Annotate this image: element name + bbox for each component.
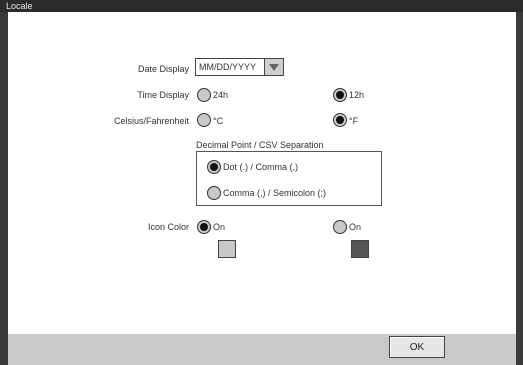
time-12h-radio[interactable]: [333, 88, 347, 102]
ok-button[interactable]: OK: [389, 336, 445, 358]
icon-color-label: Icon Color: [147, 222, 189, 232]
time-24h-label: 24h: [213, 90, 229, 100]
fahrenheit-radio[interactable]: [333, 113, 347, 127]
decimal-dot-label: Dot (.) / Comma (,): [223, 162, 299, 172]
icon-color-dark-radio[interactable]: [333, 220, 347, 234]
decimal-group-title: Decimal Point / CSV Separation: [196, 140, 324, 150]
time-display-label: Time Display: [137, 90, 189, 100]
celsius-label: °C: [213, 116, 224, 126]
icon-color-dark-label: On: [349, 222, 362, 232]
locale-window: Locale Date Display MM/DD/YYYY Time Disp…: [0, 0, 523, 365]
decimal-comma-label: Comma (,) / Semicolon (;): [223, 188, 327, 198]
icon-color-light-radio[interactable]: [197, 220, 211, 234]
decimal-dot-radio[interactable]: [207, 160, 221, 174]
fahrenheit-label: °F: [349, 116, 359, 126]
decimal-comma-radio[interactable]: [207, 186, 221, 200]
date-format-value: MM/DD/YYYY: [199, 62, 257, 72]
footer-bar: OK: [8, 334, 516, 365]
time-12h-label: 12h: [349, 90, 365, 100]
icon-color-light-label: On: [213, 222, 226, 232]
temperature-label: Celsius/Fahrenheit: [113, 116, 189, 126]
time-24h-radio[interactable]: [197, 88, 211, 102]
date-display-label: Date Display: [137, 64, 189, 74]
icon-color-dark-swatch: [351, 240, 369, 258]
chevron-down-icon[interactable]: [264, 59, 283, 75]
celsius-radio[interactable]: [197, 113, 211, 127]
content-panel: Date Display MM/DD/YYYY Time Display 24h…: [8, 12, 516, 334]
decimal-groupbox: Dot (.) / Comma (,) Comma (,) / Semicolo…: [196, 151, 382, 206]
window-title: Locale: [0, 0, 523, 12]
icon-color-light-swatch: [218, 240, 236, 258]
date-format-select[interactable]: MM/DD/YYYY: [195, 58, 284, 76]
